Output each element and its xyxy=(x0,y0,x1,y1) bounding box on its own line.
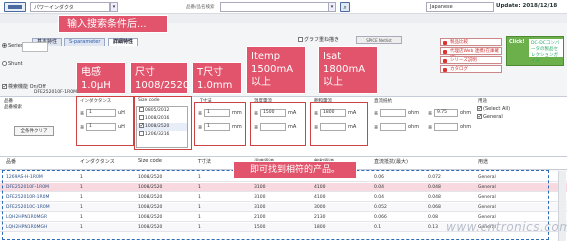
checkbox-icon[interactable] xyxy=(139,115,144,120)
distributor-button[interactable]: 代理店Web 連携(在庫確認) xyxy=(440,47,502,61)
inductance-highlight xyxy=(76,96,134,146)
col-t[interactable]: T寸法 xyxy=(198,158,211,165)
inductance-unit: uH xyxy=(118,110,125,116)
use-head: 用途 xyxy=(478,99,487,104)
radio-off-icon[interactable] xyxy=(2,61,7,66)
ge-icon: ≧ xyxy=(198,110,203,116)
keyword-dropdown-icon[interactable]: ▾ xyxy=(328,2,336,12)
callout-size: 尺寸 1008/2520 xyxy=(130,62,189,94)
dcr-head: 直流抵抗 xyxy=(374,99,392,104)
col-part[interactable]: 品番 xyxy=(6,158,16,165)
dcr-min-input[interactable] xyxy=(380,109,406,117)
t-unit: mm xyxy=(232,110,242,116)
callout-itemp: Itemp 1500mA 以上 xyxy=(246,46,306,94)
tab-detail[interactable]: 詳細特性 xyxy=(108,38,139,46)
series-schematic xyxy=(22,42,48,52)
search-icon[interactable]: ⌕ xyxy=(340,2,350,12)
le-icon: ≦ xyxy=(80,124,85,130)
use-list[interactable]: (Select All) General xyxy=(477,105,510,120)
part-search-label: 品番検索 xyxy=(4,105,22,110)
logo xyxy=(4,2,26,12)
checkbox-icon[interactable] xyxy=(139,107,144,112)
checkbox-icon[interactable] xyxy=(2,83,8,90)
checkbox-icon[interactable] xyxy=(139,131,144,136)
le-icon: ≦ xyxy=(428,124,433,130)
size-list[interactable]: 0805/2012 1008/2016 1008/2520 1206/3216 xyxy=(136,106,188,148)
series-info-button[interactable]: シリーズ説明 xyxy=(440,56,502,64)
le-icon: ≦ xyxy=(374,124,379,130)
dcr-unit-2: ohm xyxy=(408,124,420,130)
isat-unit: mA xyxy=(348,110,357,116)
keyword-search-input[interactable] xyxy=(220,2,330,12)
callout-tsize: T尺寸 1.0mm xyxy=(192,62,242,94)
keyword-search-label: 品番/品名検索 xyxy=(186,5,215,10)
size-option[interactable]: 1008/2520 xyxy=(137,122,187,131)
ad-banner[interactable]: Click! DC-DCコンバータの製品セレクションガイド xyxy=(506,36,564,66)
isat-min-input[interactable]: 1800 xyxy=(320,109,346,117)
le-icon: ≦ xyxy=(314,124,319,130)
ge-icon: ≧ xyxy=(80,110,85,116)
graph-overlay-label: グラフ重ね描き xyxy=(304,37,340,43)
tab-s-parameter[interactable]: S-parameter xyxy=(64,38,106,46)
spice-netlist-button[interactable]: SPICE Netlist xyxy=(356,36,402,44)
dcr-max-input[interactable] xyxy=(380,123,406,131)
le-icon: ≦ xyxy=(254,124,259,130)
col-use[interactable]: 用途 xyxy=(478,158,488,165)
le-icon: ≦ xyxy=(198,124,203,130)
checkbox-icon[interactable] xyxy=(477,113,483,120)
size-option[interactable]: 1206/3216 xyxy=(137,131,187,139)
inductance-max-input[interactable]: 1 xyxy=(86,123,116,131)
language-select[interactable]: Japanese xyxy=(426,2,494,12)
radio-series[interactable]: Series xyxy=(2,43,23,49)
inductance-unit-2: uH xyxy=(118,124,125,130)
clear-all-button[interactable]: 全条件クリア xyxy=(14,126,54,136)
col-inductance[interactable]: インダクタンス xyxy=(80,158,115,165)
radio-on-icon[interactable] xyxy=(2,43,7,48)
radio-shunt[interactable]: Shunt xyxy=(2,61,23,67)
filter-toggle[interactable]: 検索機能 On/Off xyxy=(2,83,46,90)
inductance-min-input[interactable]: 1 xyxy=(86,109,116,117)
ge-icon: ≧ xyxy=(374,110,379,116)
ad-tag: Click! xyxy=(509,39,525,45)
isat-unit-2: mA xyxy=(348,124,357,130)
shunt-label: Shunt xyxy=(8,61,23,67)
graph-overlay-checkbox[interactable]: グラフ重ね描き xyxy=(298,36,339,43)
compare-button[interactable]: 製品比較 xyxy=(440,38,502,46)
col-dcr[interactable]: 直流抵抗(最大) xyxy=(374,158,408,165)
checkbox-icon[interactable] xyxy=(298,37,303,42)
ad-text: DC-DCコンバータの製品セレクションガイド xyxy=(529,39,563,64)
callout-result: 即可找到相符的产品。 xyxy=(233,161,357,179)
use-option[interactable]: General xyxy=(477,113,510,120)
dcr2-min-input[interactable]: 9.75 xyxy=(434,109,458,117)
catalog-button[interactable]: カタログ xyxy=(440,65,502,73)
dcr2-unit: ohm xyxy=(460,110,472,116)
use-option[interactable]: (Select All) xyxy=(477,105,510,112)
t-unit-2: mm xyxy=(232,124,242,130)
dcr-unit: ohm xyxy=(408,110,420,116)
isat-max-input[interactable] xyxy=(320,123,346,131)
part-value: DFE252010F-1R0M xyxy=(34,90,78,95)
dcr2-max-input[interactable] xyxy=(434,123,458,131)
watermark: www.cntronics.com xyxy=(446,220,567,234)
itemp-min-input[interactable]: 1500 xyxy=(260,109,286,117)
itemp-unit: mA xyxy=(288,110,297,116)
update-date: Update: 2018/12/18 xyxy=(496,3,558,9)
checkbox-icon[interactable] xyxy=(139,122,145,130)
checkbox-icon[interactable] xyxy=(477,105,483,112)
ge-icon: ≧ xyxy=(314,110,319,116)
itemp-max-input[interactable] xyxy=(260,123,286,131)
ge-icon: ≧ xyxy=(254,110,259,116)
dcr2-unit-2: ohm xyxy=(460,124,472,130)
ge-icon: ≧ xyxy=(428,110,433,116)
chevron-down-icon[interactable]: ▾ xyxy=(110,2,118,12)
banner-callout: 输入搜索条件后... xyxy=(58,15,168,33)
t-min-input[interactable]: 1 xyxy=(204,109,230,117)
callout-isat: Isat 1800mA 以上 xyxy=(318,46,378,94)
callout-inductance: 电感 1.0μH xyxy=(76,62,126,94)
col-size[interactable]: Size code xyxy=(138,158,162,164)
itemp-unit-2: mA xyxy=(288,124,297,130)
size-option[interactable]: 0805/2012 xyxy=(137,107,187,115)
category-select[interactable]: パワーインダクタ xyxy=(30,2,110,12)
t-max-input[interactable]: 1 xyxy=(204,123,230,131)
